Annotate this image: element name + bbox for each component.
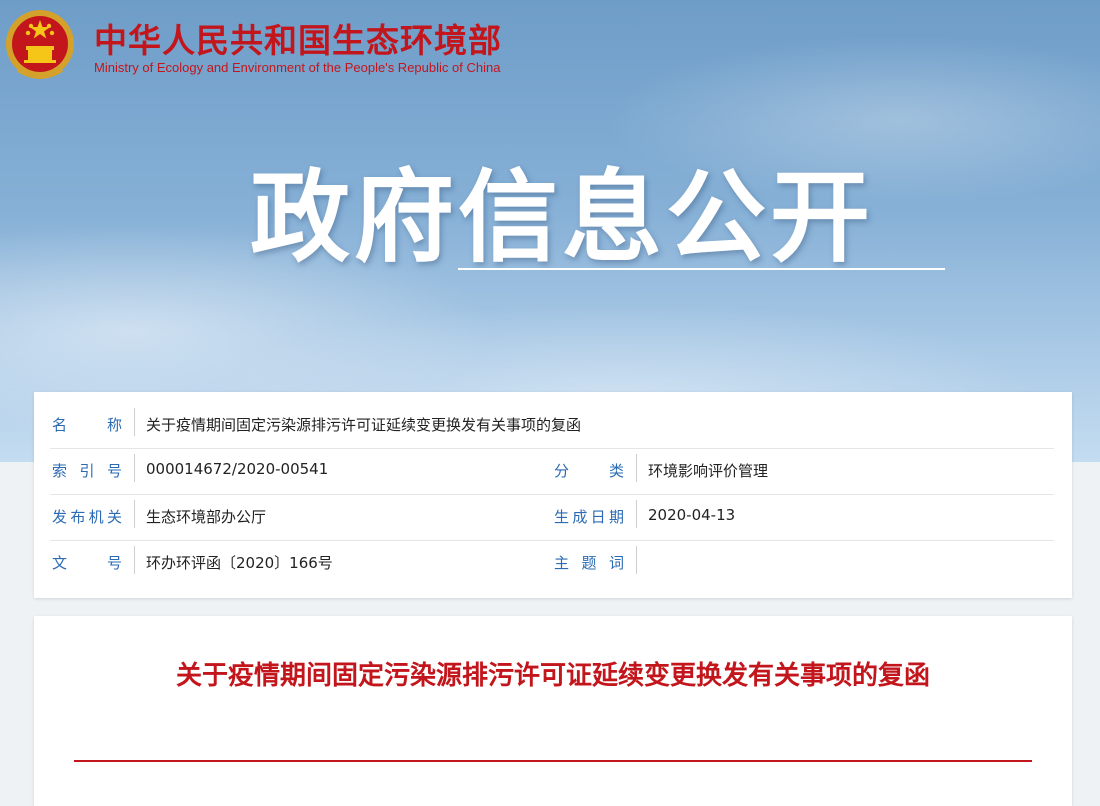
meta-separator — [134, 546, 135, 574]
name-label: 名 称 — [52, 416, 122, 434]
banner-title: 政府信息公开 — [250, 159, 874, 276]
meta-separator — [636, 454, 637, 482]
meta-row-index: 索引号 000014672/2020-00541 分 类 环境影响评价管理 — [50, 448, 1054, 495]
document-body-panel: 关于疫情期间固定污染源排污许可证延续变更换发有关事项的复函 — [34, 616, 1072, 806]
doc-no-label: 文 号 — [52, 554, 122, 572]
national-emblem-icon[interactable] — [4, 6, 76, 86]
title-divider — [74, 760, 1032, 762]
meta-separator — [134, 500, 135, 528]
index-value: 000014672/2020-00541 — [146, 460, 329, 478]
date-label: 生成日期 — [554, 508, 624, 526]
meta-separator — [636, 546, 637, 574]
meta-separator — [134, 408, 135, 436]
meta-row-name: 名 称 关于疫情期间固定污染源排污许可证延续变更换发有关事项的复函 — [50, 402, 1054, 449]
meta-separator — [134, 454, 135, 482]
name-value: 关于疫情期间固定污染源排污许可证延续变更换发有关事项的复函 — [146, 416, 582, 434]
meta-row-doc-no: 文 号 环办环评函〔2020〕166号 主题词 — [50, 540, 1054, 586]
category-label: 分 类 — [554, 462, 624, 480]
keywords-label: 主题词 — [554, 554, 624, 572]
issuer-value: 生态环境部办公厅 — [146, 508, 267, 526]
doc-no-value: 环办环评函〔2020〕166号 — [146, 554, 333, 572]
org-name-en[interactable]: Ministry of Ecology and Environment of t… — [94, 60, 500, 75]
index-label: 索引号 — [52, 462, 122, 480]
banner-divider — [458, 268, 945, 270]
date-value: 2020-04-13 — [648, 506, 736, 524]
meta-row-issuer: 发布机关 生态环境部办公厅 生成日期 2020-04-13 — [50, 494, 1054, 541]
meta-separator — [636, 500, 637, 528]
category-value: 环境影响评价管理 — [648, 462, 769, 480]
document-title: 关于疫情期间固定污染源排污许可证延续变更换发有关事项的复函 — [175, 661, 930, 691]
issuer-label: 发布机关 — [52, 508, 122, 526]
document-metadata-panel: 名 称 关于疫情期间固定污染源排污许可证延续变更换发有关事项的复函 索引号 00… — [34, 392, 1072, 598]
org-name-cn[interactable]: 中华人民共和国生态环境部 — [94, 14, 502, 62]
